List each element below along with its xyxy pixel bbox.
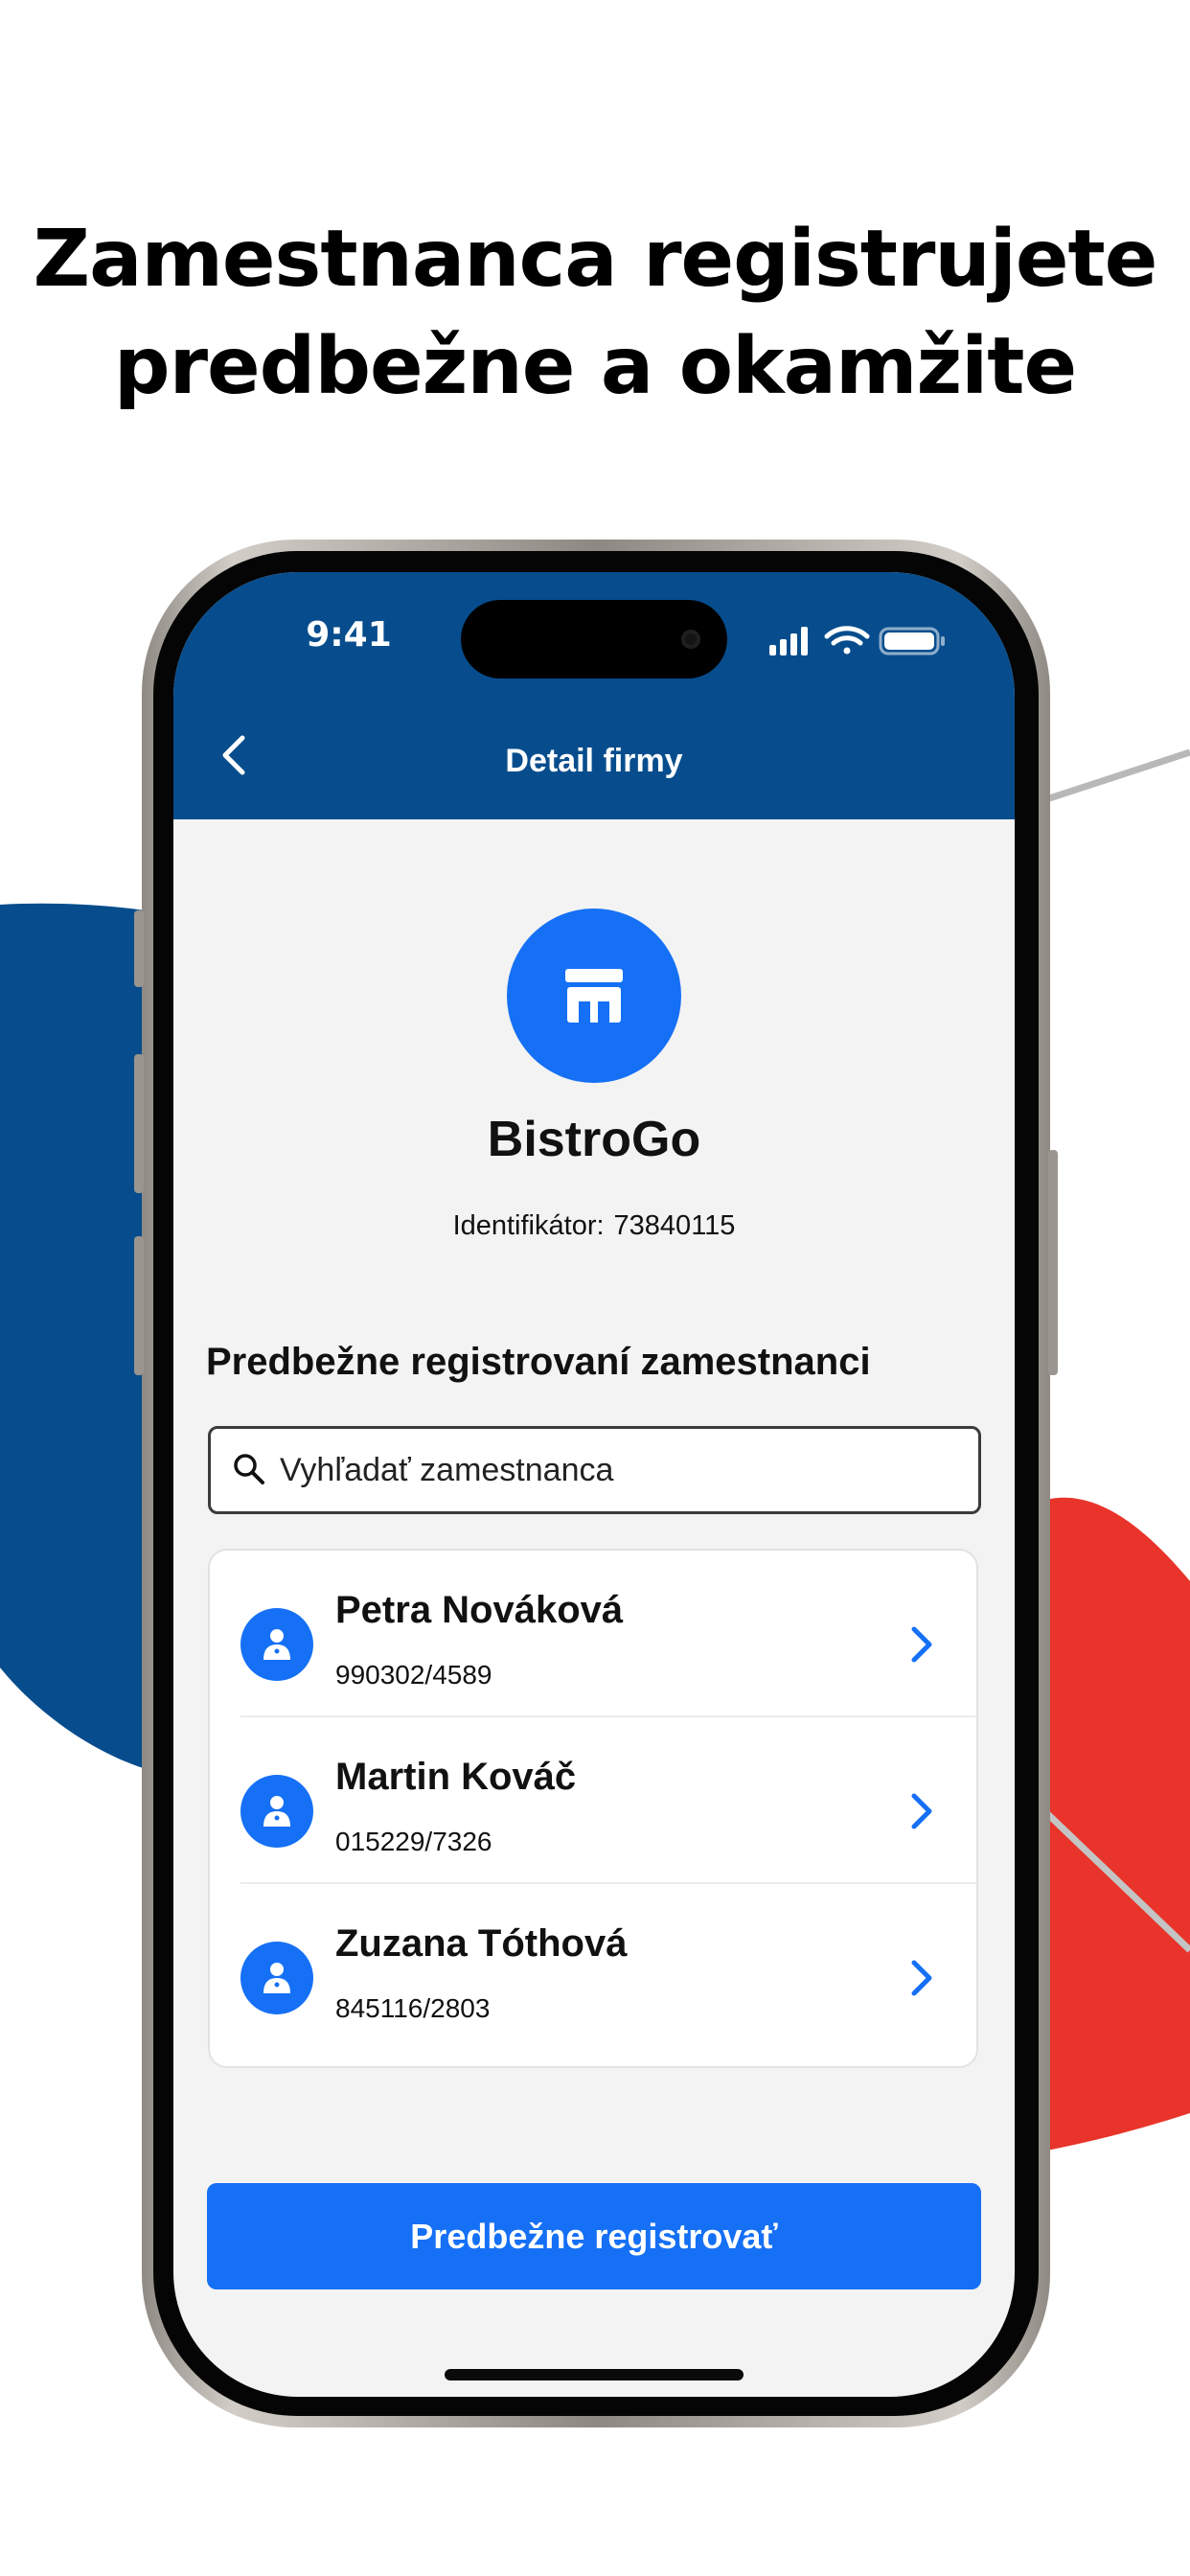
home-indicator[interactable]	[445, 2369, 744, 2380]
phone-screen: 9:41 Detail firmy BistroGo Identifikátor…	[173, 572, 1015, 2397]
headline-line-1: Zamestnanca registrujete	[33, 214, 1158, 305]
employee-name: Petra Nováková	[335, 1589, 624, 1631]
phone-volume-up-button	[134, 1054, 144, 1193]
employee-avatar	[240, 1942, 313, 2014]
battery-icon	[879, 627, 945, 656]
status-time: 9:41	[306, 615, 392, 655]
search-field[interactable]	[208, 1426, 981, 1514]
employee-name: Zuzana Tóthová	[335, 1922, 628, 1965]
employee-row[interactable]: Zuzana Tóthová 845116/2803	[210, 1884, 976, 2051]
company-id-value: 73840115	[613, 1210, 736, 1241]
chevron-right-icon	[911, 1793, 932, 1829]
section-title: Predbežne registrovaní zamestnanci	[206, 1341, 871, 1383]
company-avatar	[507, 908, 681, 1083]
employee-avatar	[240, 1608, 313, 1681]
signal-icon	[769, 627, 808, 656]
wifi-icon	[824, 626, 870, 655]
phone-volume-down-button	[134, 1236, 144, 1375]
company-identifier: Identifikátor: 73840115	[173, 1210, 1015, 1242]
person-icon	[263, 1963, 290, 1993]
camera-icon	[681, 630, 700, 649]
search-icon	[234, 1454, 264, 1484]
phone-power-button	[1048, 1150, 1058, 1375]
company-id-label: Identifikátor:	[452, 1210, 605, 1241]
status-icons	[769, 626, 945, 656]
company-name: BistroGo	[487, 1112, 701, 1167]
search-input[interactable]	[280, 1429, 950, 1511]
chevron-right-icon	[911, 1960, 932, 1996]
employee-list: Petra Nováková 990302/4589 Martin Kováč …	[208, 1549, 978, 2068]
dynamic-island	[461, 600, 727, 678]
employee-birth-number: 990302/4589	[335, 1660, 492, 1690]
employee-birth-number: 015229/7326	[335, 1827, 492, 1856]
chevron-right-icon	[911, 1626, 932, 1663]
employee-birth-number: 845116/2803	[335, 1993, 491, 2023]
grey-line-top	[1033, 748, 1190, 807]
preregister-button[interactable]: Predbežne registrovať	[207, 2183, 981, 2289]
employee-row[interactable]: Martin Kováč 015229/7326	[210, 1717, 976, 1884]
employee-avatar	[240, 1775, 313, 1848]
person-icon	[263, 1796, 290, 1827]
employee-row[interactable]: Petra Nováková 990302/4589	[210, 1551, 976, 1717]
store-icon	[565, 969, 623, 1023]
phone-action-button	[134, 910, 144, 987]
page-title: Detail firmy	[505, 743, 683, 779]
headline: Zamestnanca registrujete predbežne a oka…	[0, 206, 1190, 421]
headline-line-2: predbežne a okamžite	[113, 321, 1077, 412]
person-icon	[263, 1629, 290, 1660]
employee-name: Martin Kováč	[335, 1756, 577, 1798]
